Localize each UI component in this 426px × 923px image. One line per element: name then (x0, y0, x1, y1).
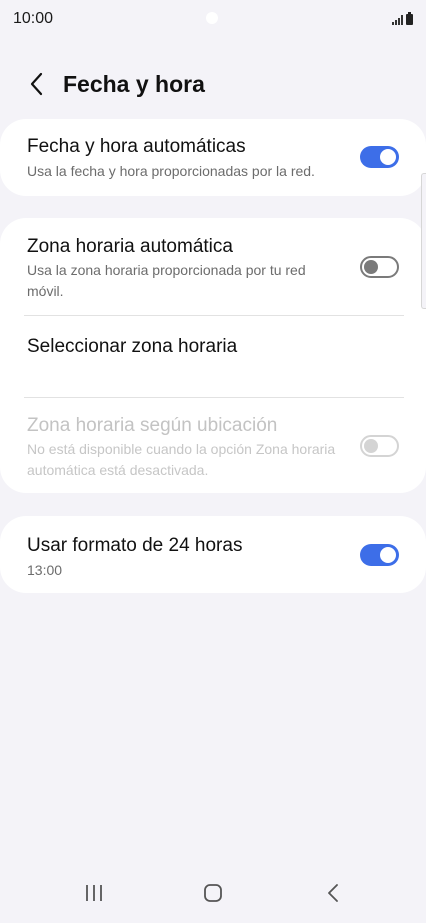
navigation-bar (0, 865, 426, 923)
format-24h-title: Usar formato de 24 horas (27, 535, 243, 556)
status-time: 10:00 (13, 10, 54, 27)
camera-cutout (206, 12, 218, 24)
home-icon (204, 884, 222, 902)
auto-datetime-toggle[interactable] (360, 146, 399, 168)
signal-icon (392, 15, 403, 25)
battery-icon (406, 12, 413, 25)
timezone-card: Zona horaria automática Usa la zona hora… (0, 218, 426, 493)
format-24h-row[interactable]: Usar formato de 24 horas 13:00 (0, 516, 426, 593)
auto-datetime-title: Fecha y hora automáticas (27, 136, 246, 157)
back-icon (328, 884, 338, 902)
select-timezone-title: Seleccionar zona horaria (27, 336, 238, 357)
page-title: Fecha y hora (63, 71, 205, 97)
toggle-knob (380, 547, 396, 563)
format-24h-card: Usar formato de 24 horas 13:00 (0, 516, 426, 593)
location-timezone-subtitle: No está disponible cuando la opción Zona… (27, 441, 336, 478)
location-timezone-row: Zona horaria según ubicación No está dis… (0, 398, 426, 493)
home-button[interactable] (193, 878, 233, 908)
format-24h-toggle[interactable] (360, 544, 399, 566)
back-button[interactable] (20, 66, 54, 102)
auto-timezone-toggle[interactable] (360, 256, 399, 278)
recents-icon (86, 885, 102, 901)
scroll-indicator[interactable] (421, 173, 426, 309)
select-timezone-row[interactable]: Seleccionar zona horaria (0, 316, 426, 396)
toggle-knob (364, 439, 378, 453)
status-icons (392, 12, 413, 25)
auto-timezone-title: Zona horaria automática (27, 236, 233, 257)
toggle-knob (364, 260, 378, 274)
auto-timezone-subtitle: Usa la zona horaria proporcionada por tu… (27, 262, 306, 299)
format-24h-subtitle: 13:00 (27, 562, 63, 578)
app-header: Fecha y hora (0, 62, 426, 106)
status-bar: 10:00 (0, 0, 426, 40)
nav-back-button[interactable] (313, 878, 353, 908)
toggle-knob (380, 149, 396, 165)
auto-datetime-card: Fecha y hora automáticas Usa la fecha y … (0, 119, 426, 196)
auto-timezone-row[interactable]: Zona horaria automática Usa la zona hora… (0, 218, 426, 315)
location-timezone-title: Zona horaria según ubicación (27, 415, 278, 436)
auto-datetime-subtitle: Usa la fecha y hora proporcionadas por l… (27, 163, 315, 179)
auto-datetime-row[interactable]: Fecha y hora automáticas Usa la fecha y … (0, 119, 426, 196)
chevron-left-icon (30, 72, 43, 96)
recents-button[interactable] (74, 878, 114, 908)
location-timezone-toggle (360, 435, 399, 457)
